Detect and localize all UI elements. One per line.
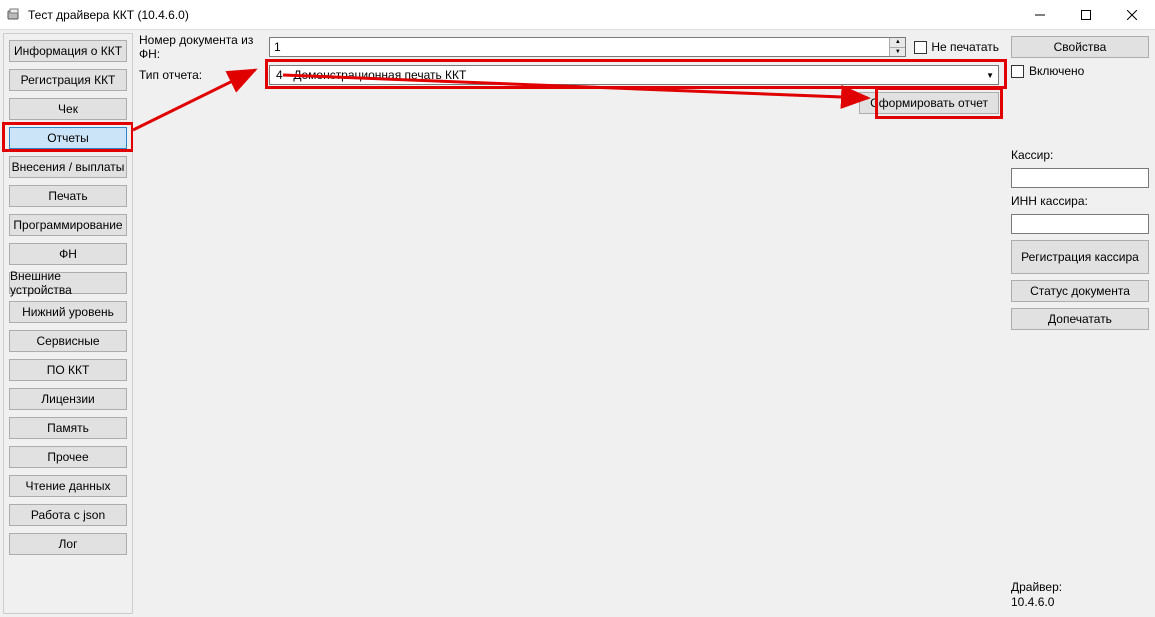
sidebar-item-check[interactable]: Чек xyxy=(9,98,127,120)
enabled-checkbox[interactable] xyxy=(1011,65,1024,78)
sidebar-item-json[interactable]: Работа с json xyxy=(9,504,127,526)
cashier-input[interactable] xyxy=(1011,168,1149,188)
sidebar-item-programming[interactable]: Программирование xyxy=(9,214,127,236)
app-icon xyxy=(6,7,22,23)
sidebar-item-firmware[interactable]: ПО ККТ xyxy=(9,359,127,381)
annotation-arrows xyxy=(133,30,1003,590)
window-controls xyxy=(1017,0,1155,29)
properties-button[interactable]: Свойства xyxy=(1011,36,1149,58)
sidebar-item-deposits[interactable]: Внесения / выплаты xyxy=(9,156,127,178)
main-panel: Номер документа из ФН: 1 ▲ ▼ Не печатать… xyxy=(133,30,1005,617)
cashier-inn-input[interactable] xyxy=(1011,214,1149,234)
no-print-label: Не печатать xyxy=(931,40,999,54)
right-panel: Свойства Включено Кассир: ИНН кассира: Р… xyxy=(1005,30,1155,617)
doc-number-spinner[interactable]: ▲ ▼ xyxy=(889,38,905,56)
sidebar: Информация о ККТ Регистрация ККТ Чек Отч… xyxy=(3,33,133,614)
sidebar-item-registration[interactable]: Регистрация ККТ xyxy=(9,69,127,91)
cashier-label: Кассир: xyxy=(1011,148,1149,162)
sidebar-item-licenses[interactable]: Лицензии xyxy=(9,388,127,410)
titlebar: Тест драйвера ККТ (10.4.6.0) xyxy=(0,0,1155,30)
doc-number-label: Номер документа из ФН: xyxy=(139,33,269,61)
sidebar-item-service[interactable]: Сервисные xyxy=(9,330,127,352)
reprint-button[interactable]: Допечатать xyxy=(1011,308,1149,330)
doc-number-input[interactable]: 1 ▲ ▼ xyxy=(269,37,906,57)
sidebar-item-info[interactable]: Информация о ККТ xyxy=(9,40,127,62)
register-cashier-button[interactable]: Регистрация кассира xyxy=(1011,240,1149,274)
driver-info: Драйвер: 10.4.6.0 xyxy=(1011,580,1149,611)
no-print-checkbox[interactable] xyxy=(914,41,927,54)
window-title: Тест драйвера ККТ (10.4.6.0) xyxy=(28,8,1017,22)
sidebar-item-print[interactable]: Печать xyxy=(9,185,127,207)
sidebar-item-fn[interactable]: ФН xyxy=(9,243,127,265)
generate-report-button[interactable]: Сформировать отчет xyxy=(859,92,999,114)
sidebar-item-lowlevel[interactable]: Нижний уровень xyxy=(9,301,127,323)
chevron-down-icon: ▼ xyxy=(986,71,994,80)
report-type-combo[interactable]: 4 - Демонстрационная печать ККТ ▼ xyxy=(269,65,999,85)
sidebar-item-log[interactable]: Лог xyxy=(9,533,127,555)
enabled-label: Включено xyxy=(1029,64,1084,78)
doc-status-button[interactable]: Статус документа xyxy=(1011,280,1149,302)
sidebar-item-readdata[interactable]: Чтение данных xyxy=(9,475,127,497)
cashier-inn-label: ИНН кассира: xyxy=(1011,194,1149,208)
report-type-label: Тип отчета: xyxy=(139,68,269,82)
sidebar-item-external[interactable]: Внешние устройства xyxy=(9,272,127,294)
sidebar-item-memory[interactable]: Память xyxy=(9,417,127,439)
spinner-down-icon[interactable]: ▼ xyxy=(890,48,905,57)
minimize-button[interactable] xyxy=(1017,0,1063,29)
spinner-up-icon[interactable]: ▲ xyxy=(890,38,905,48)
close-button[interactable] xyxy=(1109,0,1155,29)
maximize-button[interactable] xyxy=(1063,0,1109,29)
sidebar-item-reports[interactable]: Отчеты xyxy=(9,127,127,149)
sidebar-item-other[interactable]: Прочее xyxy=(9,446,127,468)
